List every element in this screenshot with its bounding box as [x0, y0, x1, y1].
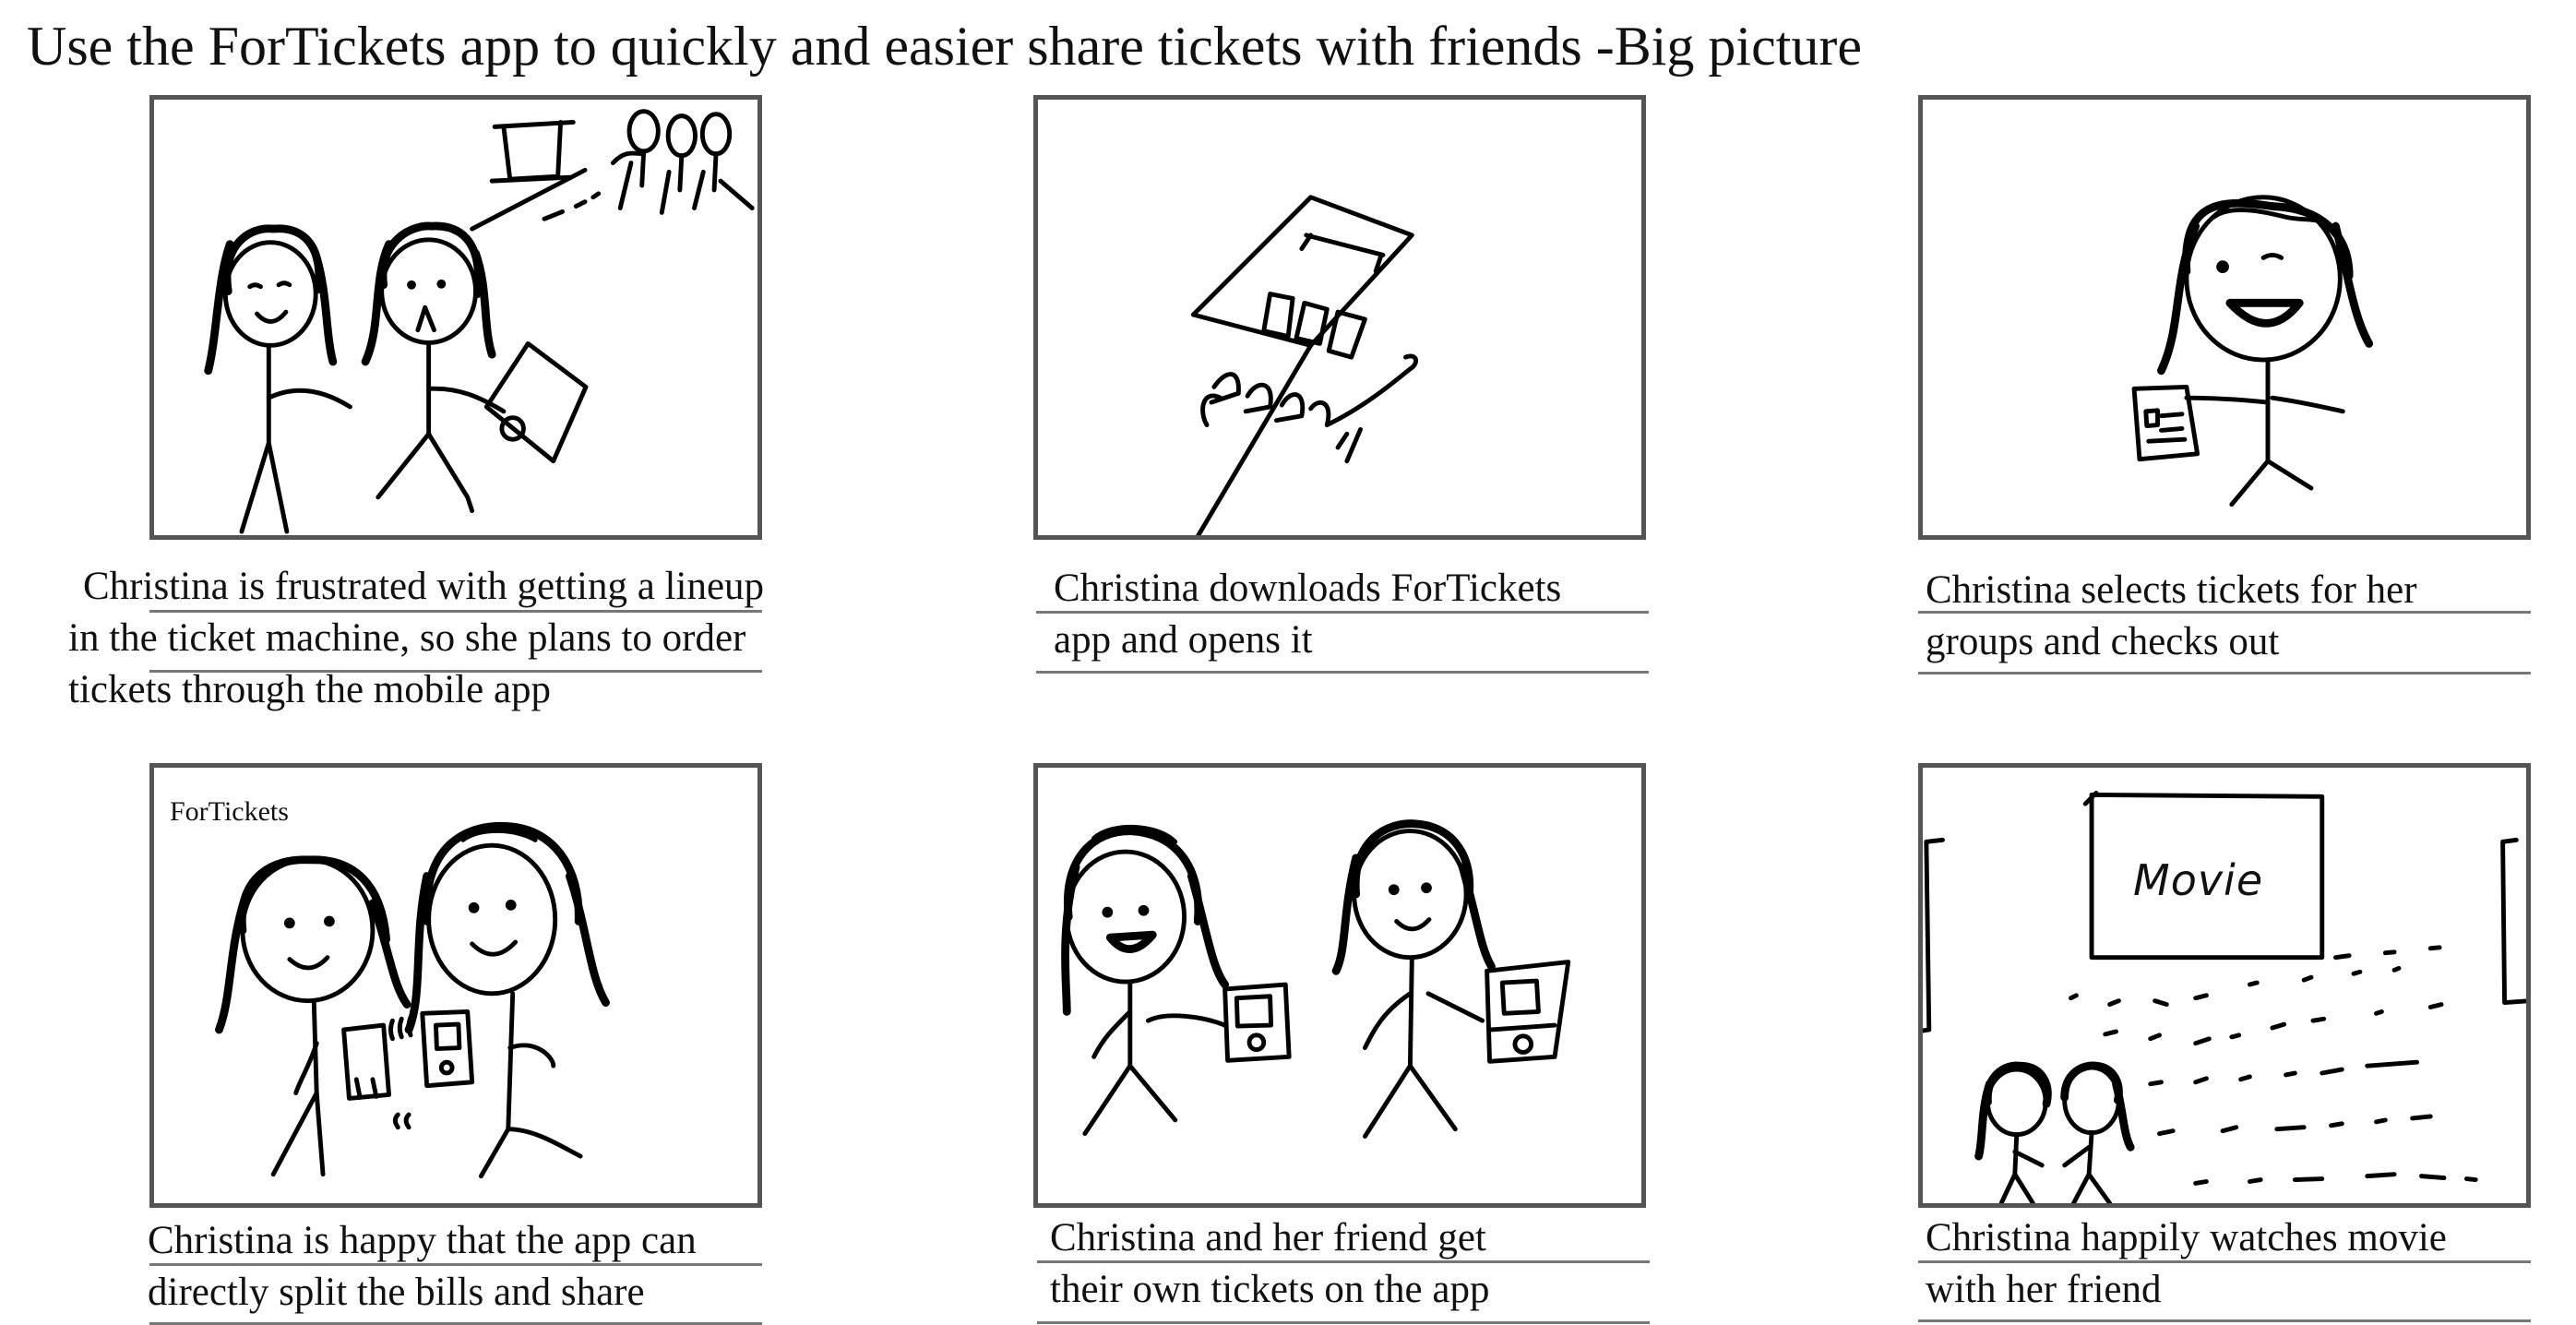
storyboard-caption-4: Christina is happy that the app can dire… — [148, 1219, 697, 1314]
storyboard-frame-1 — [149, 95, 762, 540]
caption-rule — [149, 1263, 762, 1266]
storyboard-caption-2: Christina downloads ForTickets app and o… — [1054, 567, 1562, 662]
caption-rule — [149, 670, 762, 673]
caption-rule — [1918, 611, 2531, 614]
storyboard-caption-6: Christina happily watches movie with her… — [1926, 1216, 2447, 1311]
caption-rule — [1918, 1260, 2531, 1263]
sketch-selecting-tickets — [2131, 195, 2374, 507]
storyboard-caption-3: Christina selects tickets for her groups… — [1926, 568, 2417, 663]
caption-rule — [1036, 671, 1649, 674]
storyboard-caption-5: Christina and her friend get their own t… — [1050, 1216, 1490, 1311]
caption-rule — [1037, 1321, 1650, 1324]
sketch-movie-theater — [1923, 790, 2526, 1203]
caption-rule — [1918, 672, 2531, 674]
storyboard-frame-6: Movie — [1918, 763, 2531, 1208]
caption-rule — [1037, 1260, 1650, 1263]
sketch-phone-in-hand — [1190, 195, 1418, 535]
storyboard-frame-3 — [1918, 95, 2531, 540]
storyboard-frame-5 — [1033, 763, 1646, 1208]
sketch-frustrated-at-ticket-machine — [204, 109, 755, 534]
sketch-two-friends-with-tickets — [1061, 819, 1571, 1139]
caption-rule — [1036, 611, 1649, 614]
sketch-splitting-bill — [215, 821, 610, 1179]
storyboard-frame-2 — [1033, 95, 1646, 540]
page-title: Use the ForTickets app to quickly and ea… — [27, 16, 1862, 77]
storyboard-caption-1: Christina is frustrated with getting a l… — [68, 565, 765, 711]
storyboard-frame-4: ForTickets — [149, 763, 762, 1208]
caption-rule — [149, 610, 762, 613]
